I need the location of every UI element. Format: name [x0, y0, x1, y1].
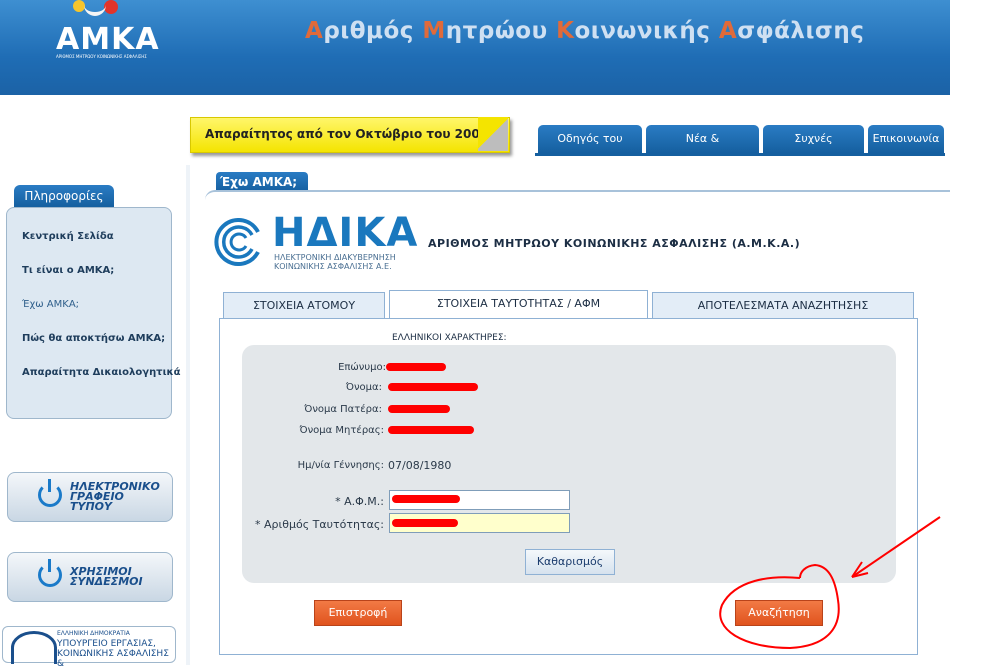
idika-logo-text: ΗΔΙΚΑ — [272, 210, 419, 256]
banner-text: Απαραίτητος από τον Οκτώβριο του 2009 — [205, 127, 489, 141]
ministry-line2: ΥΠΟΥΡΓΕΙΟ ΕΡΓΑΣΙΑΣ, ΚΟΙΝΩΝΙΚΗΣ ΑΣΦΑΛΙΣΗΣ… — [57, 639, 169, 669]
tab-search-results[interactable]: ΑΠΟΤΕΛΕΣΜΑΤΑ ΑΝΑΖΗΤΗΣΗΣ — [652, 292, 914, 319]
greek-chars-label: ΕΛΛΗΝΙΚΟΙ ΧΑΡΑΚΤΗΡΕΣ: — [392, 333, 507, 343]
title-initial-0: Α — [305, 18, 324, 44]
section-line — [205, 190, 950, 202]
idika-subtitle: ΗΛΕΚΤΡΟΝΙΚΗ ΔΙΑΚΥΒΕΡΝΗΣΗ ΚΟΙΝΩΝΙΚΗΣ ΑΣΦΑ… — [274, 253, 396, 271]
logo-dot-red — [104, 0, 118, 14]
title-word-1: ητρώου — [445, 18, 557, 44]
mother-name-redacted — [388, 426, 474, 434]
banner-fold — [478, 117, 508, 151]
ministry-link[interactable]: ΕΛΛΗΝΙΚΗ ΔΗΜΟΚΡΑΤΙΑ ΥΠΟΥΡΓΕΙΟ ΕΡΓΑΣΙΑΣ, … — [2, 626, 176, 669]
title-initial-3: Α — [718, 18, 738, 44]
father-name-label: Όνομα Πατέρα: — [304, 404, 382, 415]
tab-contact[interactable]: Επικοινωνία — [868, 125, 944, 153]
sidebar-item-what-is-amka[interactable]: Τι είναι ο ΑΜΚΑ; — [22, 265, 114, 276]
idika-subtitle-line1: ΗΛΕΚΤΡΟΝΙΚΗ ΔΙΑΚΥΒΕΡΝΗΣΗ — [274, 253, 396, 262]
top-nav-underline — [535, 153, 945, 156]
press-office-label: ΗΛΕΚΤΡΟΝΙΚΟ ΓΡΑΦΕΙΟ ΤΥΠΟΥ — [70, 480, 160, 513]
title-initial-2: Κ — [556, 18, 575, 44]
back-button[interactable]: Επιστροφή — [314, 600, 402, 626]
amka-logo-subtitle: ΑΡΙΘΜΟΣ ΜΗΤΡΩΟΥ ΚΟΙΝΩΝΙΚΗΣ ΑΣΦΑΛΙΣΗΣ — [56, 54, 147, 59]
dob-value: 07/08/1980 — [388, 459, 452, 472]
afm-label: * Α.Φ.Μ.: — [335, 495, 384, 508]
press-office-button[interactable]: ΗΛΕΚΤΡΟΝΙΚΟ ΓΡΑΦΕΙΟ ΤΥΠΟΥ — [7, 472, 173, 522]
main-left-border — [186, 165, 190, 665]
name-label: Όνομα: — [345, 382, 382, 393]
sidebar-item-home[interactable]: Κεντρική Σελίδα — [22, 231, 114, 242]
clear-button[interactable]: Καθαρισμός — [525, 549, 615, 575]
dob-label: Ημ/νία Γέννησης: — [297, 460, 384, 471]
title-initial-1: Μ — [422, 18, 446, 44]
tab-person-details[interactable]: ΣΤΟΙΧΕΙΑ ΑΤΟΜΟΥ — [223, 292, 385, 319]
search-button[interactable]: Αναζήτηση — [735, 600, 823, 626]
section-tab: Έχω ΑΜΚΑ; — [216, 172, 308, 192]
site-title: Αριθμός Μητρώου Κοινωνικής Ασφάλισης — [305, 18, 864, 44]
tab-id-afm[interactable]: ΣΤΟΙΧΕΙΑ ΤΑΥΤΟΤΗΤΑΣ / ΑΦΜ — [389, 290, 648, 321]
sidebar-header: Πληροφορίες — [14, 185, 114, 207]
afm-redacted — [392, 495, 460, 503]
father-name-redacted — [388, 405, 450, 413]
useful-links-button[interactable]: ΧΡΗΣΙΜΟΙ ΣΥΝΔΕΣΜΟΙ — [7, 552, 173, 602]
tab-citizen-guide[interactable]: Οδηγός του Πολίτη — [538, 125, 642, 173]
power-icon-line — [48, 559, 51, 572]
idika-subtitle-line2: ΚΟΙΝΩΝΙΚΗΣ ΑΣΦΑΛΙΣΗΣ Α.Ε. — [274, 262, 392, 271]
id-number-redacted — [392, 519, 458, 527]
surname-label: Επώνυμο: — [338, 362, 386, 373]
title-word-0: ριθμός — [323, 18, 423, 44]
deadline-banner: Απαραίτητος από τον Οκτώβριο του 2009 — [190, 117, 510, 153]
amka-logo[interactable]: AMKA — [56, 22, 160, 57]
greek-emblem-icon — [11, 631, 57, 664]
id-number-label: * Αριθμός Ταυτότητας: — [255, 518, 384, 531]
page-title: ΑΡΙΘΜΟΣ ΜΗΤΡΩΟΥ ΚΟΙΝΩΝΙΚΗΣ ΑΣΦΑΛΙΣΗΣ (Α.… — [428, 237, 801, 250]
sidebar-item-how-to-get[interactable]: Πώς θα αποκτήσω ΑΜΚΑ; — [22, 333, 165, 344]
sidebar-item-documents[interactable]: Απαραίτητα Δικαιολογητικά — [22, 367, 180, 378]
surname-redacted — [386, 363, 446, 371]
sidebar-item-have-amka[interactable]: Έχω ΑΜΚΑ; — [22, 299, 79, 310]
useful-links-label: ΧΡΗΣΙΜΟΙ ΣΥΝΔΕΣΜΟΙ — [70, 565, 143, 588]
tab-faq[interactable]: Συχνές Ερωτήσεις — [763, 125, 864, 173]
power-icon-line — [48, 479, 51, 492]
title-word-3: σφάλισης — [737, 18, 865, 44]
idika-logo-icon — [214, 218, 260, 266]
ministry-line1: ΕΛΛΗΝΙΚΗ ΔΗΜΟΚΡΑΤΙΑ — [57, 630, 130, 637]
title-word-2: οινωνικής — [574, 18, 719, 44]
mother-name-label: Όνομα Μητέρας: — [299, 425, 384, 436]
name-redacted — [388, 383, 478, 391]
tab-news[interactable]: Νέα & Ανακοινώσεις — [646, 125, 759, 173]
